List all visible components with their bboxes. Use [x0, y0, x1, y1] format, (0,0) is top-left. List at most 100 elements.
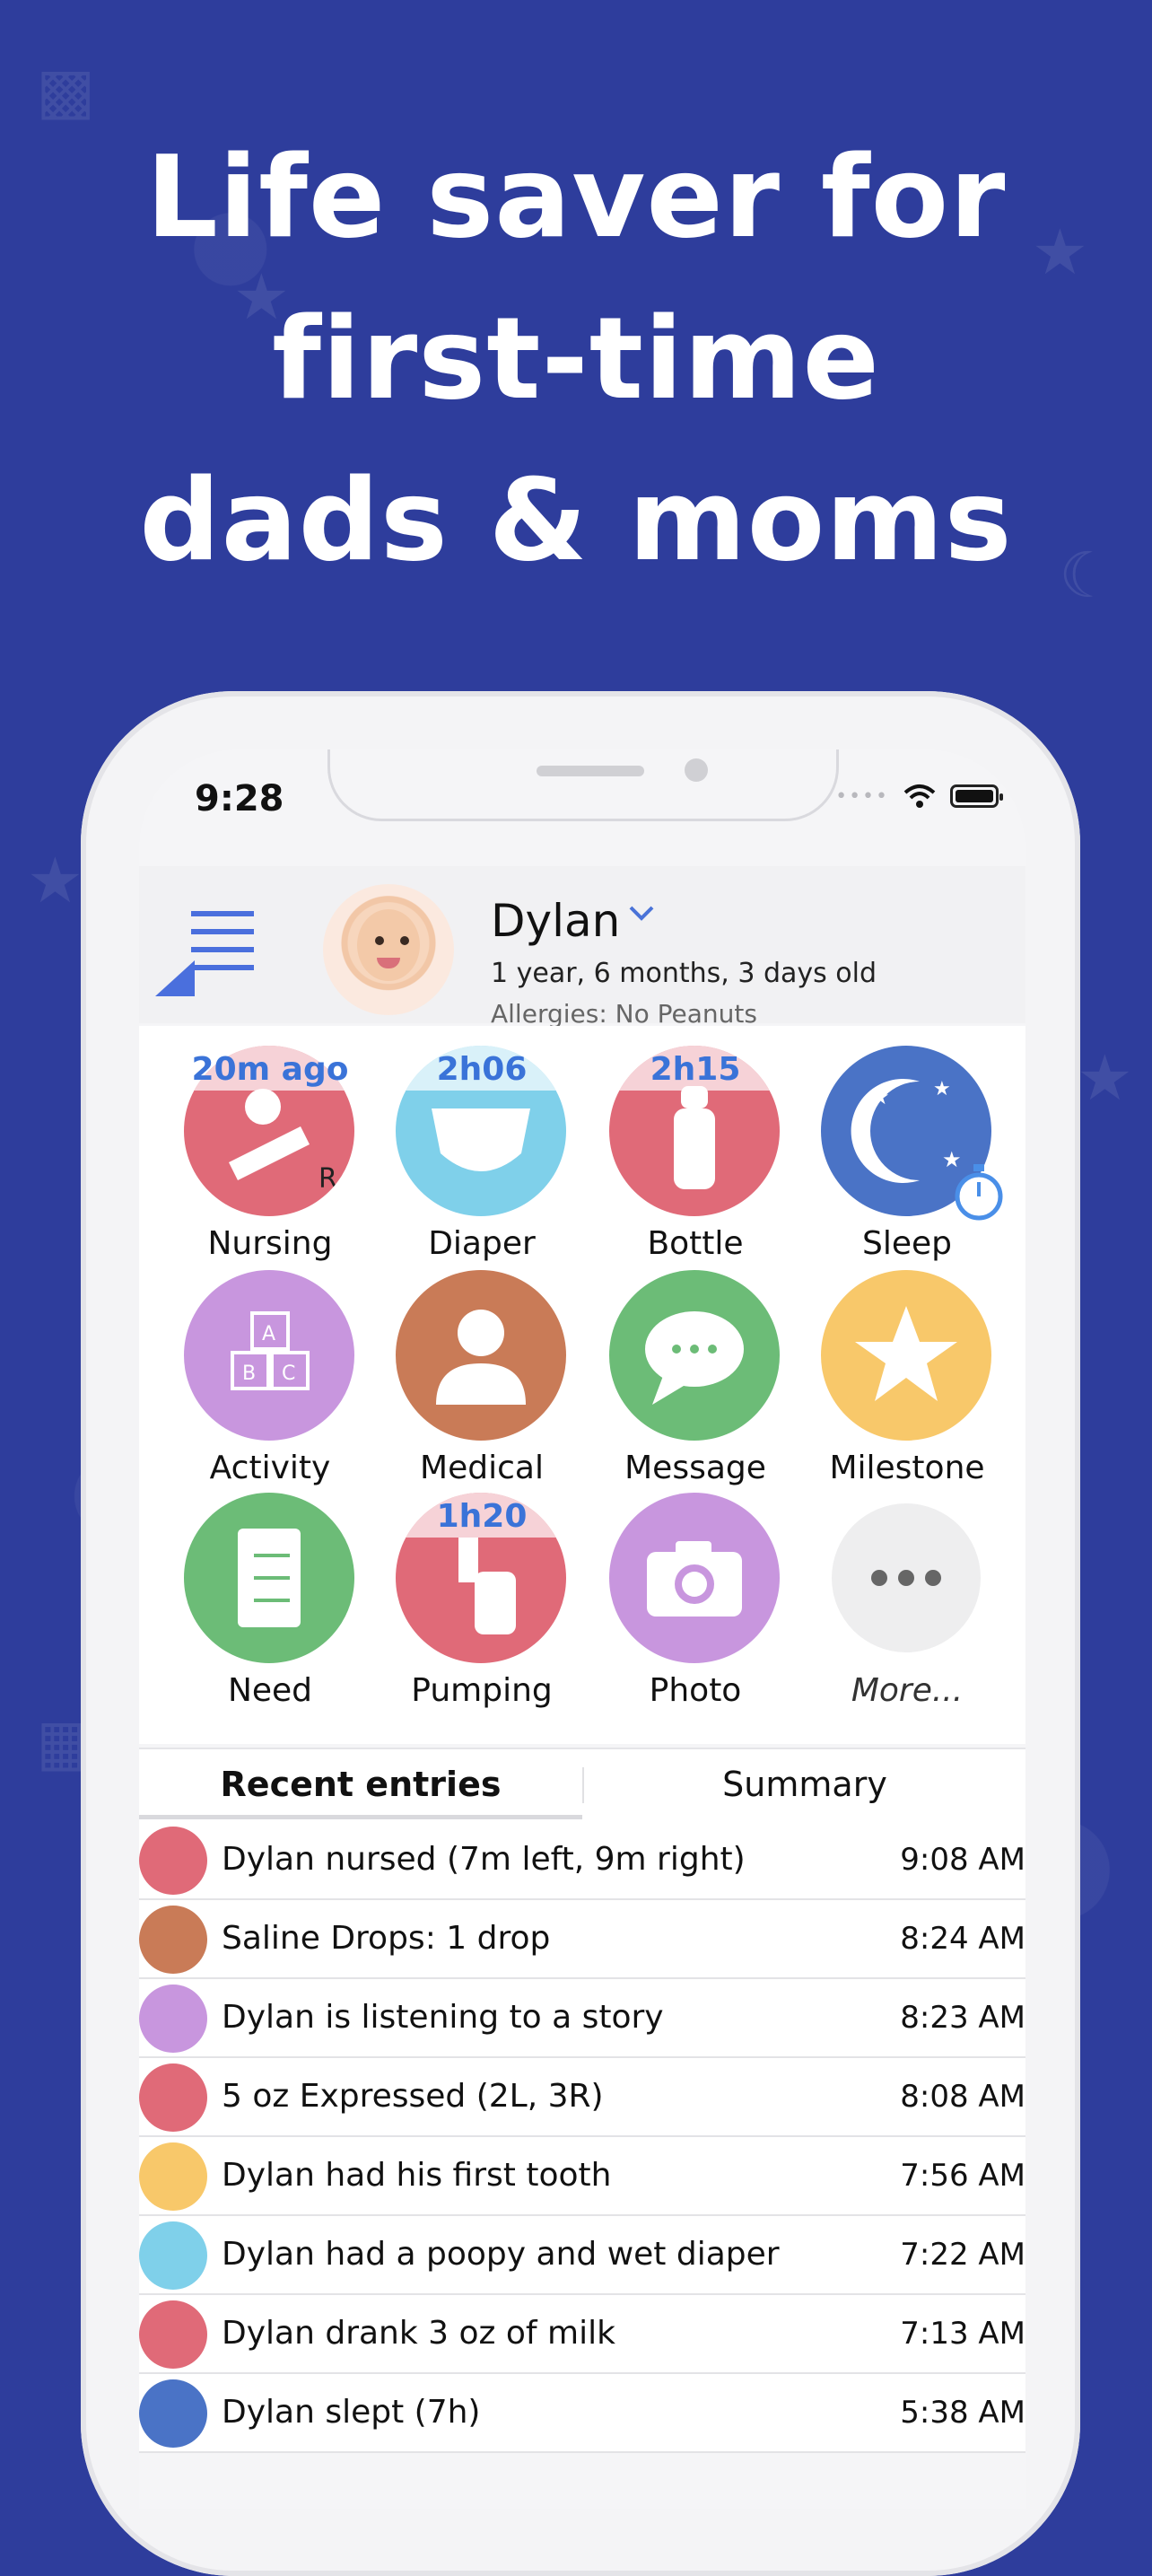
menu-button[interactable] [155, 911, 254, 996]
tile-circle [832, 1503, 981, 1652]
list-item[interactable]: Saline Drops: 1 drop 8:24 AM [139, 1900, 1025, 1979]
entry-time: 7:13 AM [900, 2316, 1025, 2352]
recent-entries-list: Dylan nursed (7m left, 9m right) 9:08 AM… [139, 1821, 1025, 2453]
entry-text: Dylan slept (7h) [222, 2394, 481, 2431]
tile-circle [609, 1270, 780, 1441]
entry-time: 9:08 AM [900, 1842, 1025, 1878]
chat-icon [645, 1311, 744, 1405]
notch [327, 749, 839, 821]
allergies: Allergies: No Peanuts [491, 999, 757, 1029]
camera-dot [685, 758, 708, 782]
tile-label: Message [624, 1450, 766, 1486]
star-icon: ★ [1077, 1041, 1133, 1115]
tile-diaper[interactable]: 2h06 Diaper [392, 1046, 572, 1262]
doctor-icon [436, 1310, 526, 1405]
list-item[interactable]: Dylan had his first tooth 7:56 AM [139, 2137, 1025, 2216]
entries-tabs: Recent entries Summary [139, 1748, 1025, 1823]
tile-label: Sleep [861, 1225, 952, 1262]
entry-time: 8:23 AM [900, 2000, 1025, 2036]
list-item[interactable]: Dylan nursed (7m left, 9m right) 9:08 AM [139, 1821, 1025, 1900]
svg-text:C: C [282, 1362, 295, 1385]
tile-activity[interactable]: A B C Activity [180, 1270, 360, 1486]
tile-bottle[interactable]: 2h15 Bottle [606, 1046, 785, 1262]
medicine-icon [139, 1906, 207, 1974]
svg-text:★: ★ [870, 1084, 890, 1109]
pump-icon [139, 2063, 207, 2132]
avatar-eye [375, 936, 384, 945]
wifi-icon [903, 784, 936, 808]
battery-icon [950, 784, 1003, 808]
tile-medical[interactable]: Medical [392, 1270, 572, 1486]
svg-text:A: A [262, 1323, 275, 1345]
status-time: 9:28 [195, 778, 284, 819]
blocks-icon [139, 1985, 207, 2053]
tile-label: Photo [649, 1672, 742, 1709]
bottle-icon [139, 2300, 207, 2369]
tile-badge: 20m ago [191, 1051, 349, 1088]
tile-nursing[interactable]: R 20m ago Nursing [180, 1046, 360, 1262]
list-item[interactable]: Dylan had a poopy and wet diaper 7:22 AM [139, 2216, 1025, 2295]
star-icon [855, 1306, 957, 1401]
list-item[interactable]: 5 oz Expressed (2L, 3R) 8:08 AM [139, 2058, 1025, 2137]
list-item[interactable]: Dylan slept (7h) 5:38 AM [139, 2374, 1025, 2453]
entry-time: 8:08 AM [900, 2079, 1025, 2115]
diaper-icon [139, 2221, 207, 2290]
svg-text:B: B [242, 1362, 256, 1385]
tile-label: More... [851, 1672, 964, 1709]
avatar[interactable] [323, 884, 454, 1015]
camera-icon [647, 1541, 742, 1617]
avatar-eye [400, 936, 409, 945]
phone-screen: 9:28 •••• Dylan 1 year, 6 months, 3 days… [139, 749, 1025, 2509]
entry-text: Dylan had his first tooth [222, 2157, 612, 2194]
chevron-down-icon[interactable] [628, 900, 655, 927]
tile-circle [609, 1493, 780, 1663]
blocks-icon: A B C [231, 1311, 310, 1390]
tile-pumping[interactable]: 1h20 Pumping [392, 1493, 572, 1709]
entry-text: Dylan drank 3 oz of milk [222, 2315, 615, 2352]
tile-message[interactable]: Message [606, 1270, 785, 1486]
svg-text:★: ★ [933, 1078, 951, 1100]
entry-time: 5:38 AM [900, 2395, 1025, 2431]
speaker [537, 766, 644, 776]
tile-photo[interactable]: Photo [606, 1493, 785, 1709]
entry-text: Dylan nursed (7m left, 9m right) [222, 1841, 746, 1878]
tab-summary[interactable]: Summary [584, 1749, 1025, 1819]
headline-line-3: dads & moms [139, 454, 1013, 586]
tile-label: Pumping [411, 1672, 553, 1709]
profile-header: Dylan 1 year, 6 months, 3 days old Aller… [139, 866, 1025, 1029]
tab-recent-entries[interactable]: Recent entries [139, 1749, 582, 1819]
tile-circle [184, 1493, 354, 1663]
star-icon: ★ [27, 844, 83, 917]
tile-sleep[interactable]: ★ ★ ★ Sleep [817, 1046, 1003, 1262]
list-item[interactable]: Dylan drank 3 oz of milk 7:13 AM [139, 2295, 1025, 2374]
checklist-icon [238, 1529, 301, 1627]
headline-line-2: first-time [272, 293, 880, 425]
tile-more[interactable]: More... [817, 1493, 997, 1709]
entry-text: Dylan had a poopy and wet diaper [222, 2236, 780, 2273]
child-age: 1 year, 6 months, 3 days old [491, 958, 877, 989]
entry-time: 7:22 AM [900, 2237, 1025, 2273]
entry-time: 7:56 AM [900, 2158, 1025, 2194]
entry-text: Saline Drops: 1 drop [222, 1920, 551, 1957]
avatar-face [357, 909, 420, 981]
tile-need[interactable]: Need [180, 1493, 360, 1709]
tile-label: Diaper [428, 1225, 536, 1262]
status-icons: •••• [835, 784, 1003, 809]
tile-label: Milestone [829, 1450, 985, 1486]
tile-label: Bottle [647, 1225, 744, 1262]
svg-text:R: R [319, 1163, 337, 1195]
tile-label: Nursing [207, 1225, 333, 1262]
child-name[interactable]: Dylan [491, 895, 620, 947]
tracker-grid: R 20m ago Nursing 2h06 Diaper 2h15 Bottl… [139, 1026, 1025, 1744]
tile-label: Need [227, 1672, 313, 1709]
list-item[interactable]: Dylan is listening to a story 8:23 AM [139, 1979, 1025, 2058]
tile-badge: 1h20 [436, 1498, 528, 1535]
moon-icon [139, 2379, 207, 2448]
stopwatch-icon[interactable] [952, 1162, 1006, 1222]
tile-milestone[interactable]: Milestone [817, 1270, 997, 1486]
tile-circle: A B C [184, 1270, 354, 1441]
star-icon [139, 2142, 207, 2211]
entry-text: 5 oz Expressed (2L, 3R) [222, 2078, 604, 2115]
headline: Life saver for first-time dads & moms [0, 117, 1152, 601]
entry-text: Dylan is listening to a story [222, 1999, 664, 2036]
